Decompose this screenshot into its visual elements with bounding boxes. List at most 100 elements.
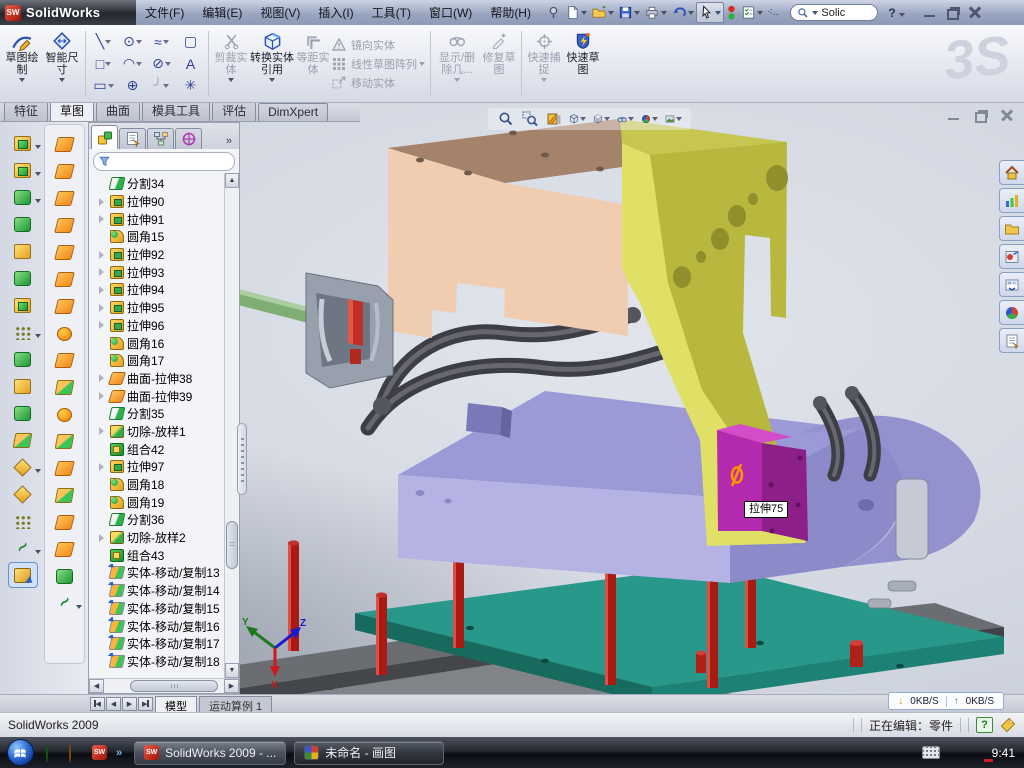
pin-icon[interactable] bbox=[544, 2, 563, 23]
tree-item[interactable]: 组合42 bbox=[89, 440, 224, 458]
expand-arrow[interactable] bbox=[97, 568, 107, 578]
solidworks-launcher-icon[interactable]: SW bbox=[92, 745, 108, 761]
expand-arrow[interactable] bbox=[97, 179, 107, 189]
command-tab[interactable]: 曲面 bbox=[96, 100, 140, 121]
tree-item[interactable]: 分割36 bbox=[89, 511, 224, 529]
command-tab[interactable]: 特征 bbox=[4, 100, 48, 121]
new-document-icon[interactable] bbox=[563, 2, 589, 23]
shell-icon[interactable] bbox=[2, 238, 43, 265]
expand-arrow[interactable] bbox=[97, 373, 107, 383]
panel-tabs-overflow[interactable]: » bbox=[226, 135, 237, 149]
expand-arrow[interactable] bbox=[97, 391, 107, 401]
extruded-cut-icon[interactable] bbox=[2, 157, 43, 184]
display-delete-relations-button[interactable]: 显示/删除几... bbox=[434, 27, 480, 100]
tree-item[interactable]: 组合43 bbox=[89, 546, 224, 564]
scroll-left-arrow[interactable]: ◀ bbox=[89, 679, 104, 693]
antivirus-ball-icon[interactable] bbox=[69, 745, 85, 761]
quick-snaps-button[interactable]: 快速捕捉 bbox=[525, 27, 563, 100]
expand-arrow[interactable] bbox=[97, 480, 107, 490]
dimxpertmanager-tab[interactable] bbox=[175, 128, 202, 149]
home-icon[interactable] bbox=[999, 160, 1024, 185]
prev-tab-button[interactable]: ◀ bbox=[106, 697, 121, 711]
extend-surface-icon[interactable] bbox=[45, 482, 84, 509]
tree-item[interactable]: 圆角16 bbox=[89, 334, 224, 352]
revolved-surface-icon[interactable] bbox=[45, 158, 84, 185]
horizontal-scroll-thumb[interactable] bbox=[130, 680, 218, 692]
featuremanager-tab[interactable] bbox=[91, 125, 118, 149]
expand-arrow[interactable] bbox=[97, 656, 107, 666]
radiate-surface-icon[interactable] bbox=[45, 347, 84, 374]
appearances-icon[interactable] bbox=[999, 300, 1024, 325]
combine-icon[interactable] bbox=[2, 400, 43, 427]
spline-tool[interactable]: ≈ bbox=[147, 31, 176, 53]
curve-icon[interactable] bbox=[2, 508, 43, 535]
design-library-icon[interactable] bbox=[999, 216, 1024, 241]
expand-arrow[interactable] bbox=[97, 267, 107, 277]
plane-icon[interactable] bbox=[2, 481, 43, 508]
tree-item[interactable]: 拉伸90 bbox=[89, 193, 224, 211]
tree-filter-input[interactable] bbox=[93, 152, 235, 171]
tag-icon[interactable] bbox=[1000, 717, 1016, 733]
menu-item[interactable]: 插入(I) bbox=[309, 4, 362, 21]
expand-arrow[interactable] bbox=[97, 303, 107, 313]
tree-item[interactable]: 拉伸92 bbox=[89, 246, 224, 264]
view-palette-icon[interactable] bbox=[999, 272, 1024, 297]
expand-arrow[interactable] bbox=[97, 586, 107, 596]
expand-arrow[interactable] bbox=[97, 497, 107, 507]
minimize-button[interactable] bbox=[923, 7, 936, 18]
tree-item[interactable]: 切除-放样2 bbox=[89, 529, 224, 547]
expand-arrow[interactable] bbox=[97, 603, 107, 613]
expand-arrow[interactable] bbox=[97, 409, 107, 419]
arc-tool[interactable]: ◠ bbox=[118, 53, 147, 75]
lofted-surface-icon[interactable] bbox=[45, 212, 84, 239]
tree-item[interactable]: 曲面-拉伸38 bbox=[89, 370, 224, 388]
quick-launch-overflow[interactable]: » bbox=[116, 747, 122, 759]
tree-item[interactable]: 圆角17 bbox=[89, 352, 224, 370]
surface-fillet-icon[interactable] bbox=[45, 563, 84, 590]
sketch-picture-tool[interactable]: ▢ bbox=[176, 31, 205, 53]
linear-pattern-icon[interactable] bbox=[2, 319, 43, 346]
help-button[interactable]: ? bbox=[888, 6, 905, 20]
doc-tab[interactable]: 运动算例 1 bbox=[199, 696, 272, 712]
tree-item[interactable]: 拉伸95 bbox=[89, 299, 224, 317]
doc-tab[interactable]: 模型 bbox=[155, 696, 197, 712]
quick-tips-icon[interactable]: ? bbox=[976, 717, 993, 733]
tree-item[interactable]: 拉伸97 bbox=[89, 458, 224, 476]
undo-icon[interactable] bbox=[669, 2, 696, 23]
tree-item[interactable]: 拉伸94 bbox=[89, 281, 224, 299]
messenger-icon[interactable] bbox=[46, 745, 62, 761]
close-button[interactable] bbox=[969, 7, 982, 18]
scroll-right-arrow[interactable]: ▶ bbox=[224, 679, 239, 693]
fillet-icon[interactable] bbox=[2, 184, 43, 211]
expand-arrow[interactable] bbox=[97, 515, 107, 525]
boundary-surface-icon[interactable] bbox=[45, 239, 84, 266]
extruded-boss-icon[interactable] bbox=[2, 130, 43, 157]
start-button[interactable] bbox=[0, 737, 40, 768]
tree-item[interactable]: 实体-移动/复制15 bbox=[89, 600, 224, 618]
offset-entities-button[interactable]: 等距实体 bbox=[294, 27, 332, 100]
tree-item[interactable]: 切除-放样1 bbox=[89, 423, 224, 441]
delete-face-icon[interactable] bbox=[45, 509, 84, 536]
view-orientation-icon[interactable] bbox=[569, 111, 586, 128]
tree-horizontal-scrollbar[interactable]: ◀ ▶ bbox=[89, 678, 239, 693]
extruded-surface-icon[interactable] bbox=[45, 131, 84, 158]
menu-item[interactable]: 工具(T) bbox=[363, 4, 420, 21]
first-tab-button[interactable]: ◀ bbox=[90, 697, 105, 711]
menu-item[interactable]: 文件(F) bbox=[136, 4, 193, 21]
freeform-icon[interactable] bbox=[45, 590, 84, 617]
vertical-scroll-thumb[interactable] bbox=[226, 521, 238, 569]
slot-tool[interactable]: ▭ bbox=[89, 75, 118, 97]
expand-arrow[interactable] bbox=[97, 356, 107, 366]
move-copy-body-icon[interactable] bbox=[2, 427, 43, 454]
scroll-down-arrow[interactable]: ▼ bbox=[225, 663, 239, 678]
taskbar-button-paint[interactable]: 未命名 - 画图 bbox=[294, 741, 444, 765]
tree-item[interactable]: 圆角18 bbox=[89, 476, 224, 494]
draft-icon[interactable] bbox=[2, 265, 43, 292]
command-tab[interactable]: 评估 bbox=[212, 100, 256, 121]
smart-dimension-button[interactable]: 智能尺寸 bbox=[42, 27, 82, 100]
scroll-up-arrow[interactable]: ▲ bbox=[225, 173, 239, 188]
custom-properties-icon[interactable] bbox=[999, 328, 1024, 353]
menu-item[interactable]: 视图(V) bbox=[251, 4, 309, 21]
tree-item[interactable]: 分割35 bbox=[89, 405, 224, 423]
panel-splitter-handle[interactable] bbox=[237, 423, 247, 495]
